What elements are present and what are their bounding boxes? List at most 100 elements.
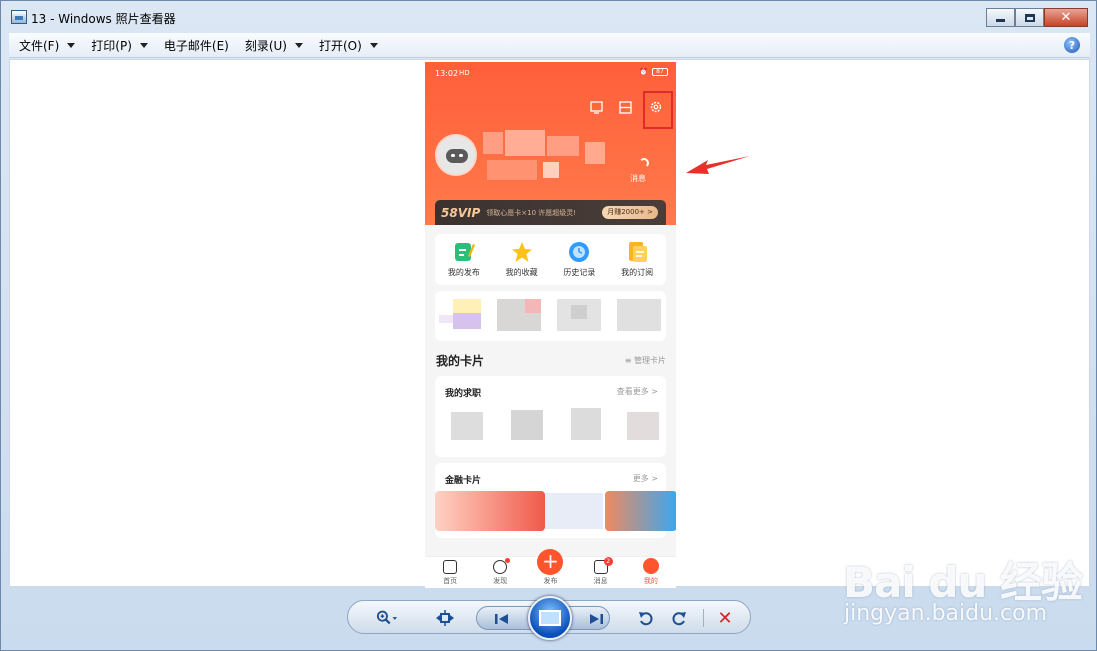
tab-discover: 发现 [480,558,520,586]
menu-print[interactable]: 打印(P) [91,37,148,54]
qr-scan-icon [618,100,632,114]
blurred-username [585,142,605,164]
blurred-tile [627,412,659,440]
blurred-tile [453,299,481,313]
menu-email[interactable]: 电子邮件(E) [164,37,229,54]
tab-label: 发布 [543,577,558,585]
message-label: 消息 [630,174,646,183]
publish-icon [454,243,475,261]
chevron-down-icon [67,42,76,48]
blurred-tile [617,299,661,331]
rotate-counterclockwise-button[interactable] [635,607,657,629]
close-icon: ✕ [1060,10,1072,25]
finance-card: 金融卡片 更多 > [435,463,676,538]
vip-banner: 58VIP 领取心愿卡×10 许愿超级灵! 月赚2000+ > [435,200,666,225]
message-badge: 2 [603,557,613,566]
chevron-down-icon [295,42,303,48]
blurred-username [483,132,503,154]
vip-text: 领取心愿卡×10 许愿超级灵! [486,208,577,217]
status-time: 13:02 [435,69,459,78]
jobs-card-more: 查看更多 > [616,387,658,396]
previous-button[interactable] [491,608,513,630]
close-button[interactable]: ✕ [1044,8,1088,27]
jobs-card: 我的求职 查看更多 > [435,376,666,457]
rotate-clockwise-button[interactable] [668,607,690,629]
tab-label: 消息 [593,577,608,585]
quick-label: 历史记录 [563,268,596,277]
blurred-tile [453,313,481,329]
blurred-tile [511,410,543,440]
quick-label: 我的收藏 [505,268,538,277]
avatar [435,134,477,176]
menu-file[interactable]: 文件(F) [19,37,76,54]
battery-icon: 87 [652,68,668,76]
blurred-tile [451,412,483,440]
status-signal: HD [459,69,470,77]
maximize-button[interactable] [1015,8,1044,27]
scan-icon [589,100,603,114]
title-bar[interactable]: 13 - Windows 照片查看器 ✕ [1,1,1096,31]
menu-bar: 文件(F) 打印(P) 电子邮件(E) 刻录(U) 打开(O) ? [9,33,1090,58]
watermark-url: jingyan.baidu.com [844,601,1048,626]
previous-icon [495,614,508,624]
tab-home: 首页 [430,560,470,586]
settings-highlight-box [643,91,673,129]
menu-print-label: 打印(P) [91,38,132,53]
alarm-icon: ⏰ [639,68,648,76]
photo-viewer-window: 13 - Windows 照片查看器 ✕ 文件(F) 打印(P) 电子邮件(E)… [0,0,1097,651]
star-icon [511,242,532,262]
viewer-controls: ✕ [347,596,751,640]
slideshow-button[interactable] [528,596,572,640]
rotate-left-icon [639,612,653,626]
rotate-right-icon [672,612,686,626]
zoom-button[interactable] [376,607,398,629]
image-viewport: 13:02 HD ⏰ 87 消息 58VIP 领取心愿卡×10 许愿超级灵! 月… [9,59,1090,588]
tab-publish: + 发布 [530,549,570,586]
menu-open[interactable]: 打开(O) [319,37,378,54]
blurred-info [543,162,559,178]
blurred-username [505,130,545,156]
manage-cards-link: ≡ 管理卡片 [624,356,666,365]
delete-icon: ✕ [717,607,733,629]
finance-card-title: 金融卡片 [445,476,482,486]
profile-header: 13:02 HD ⏰ 87 消息 58VIP 领取心愿卡×10 许愿超级灵! 月… [425,62,676,225]
phone-screenshot: 13:02 HD ⏰ 87 消息 58VIP 领取心愿卡×10 许愿超级灵! 月… [425,62,676,588]
tab-label: 我的 [643,577,658,585]
clock-icon [569,242,590,262]
blurred-tile [605,491,676,531]
controls-divider [703,609,704,627]
robot-avatar-icon [446,149,468,163]
quick-item-history: 历史记录 [553,241,605,278]
blurred-tile [571,305,587,319]
delete-button[interactable]: ✕ [714,607,736,629]
finance-card-more: 更多 > [632,474,658,483]
help-icon[interactable]: ? [1064,37,1080,53]
tab-label: 发现 [493,577,508,585]
tab-label: 首页 [443,577,458,585]
blurred-tile [435,491,545,531]
subscribe-icon [629,242,648,262]
blurred-tile [525,299,541,313]
menu-burn-label: 刻录(U) [244,38,287,53]
chevron-down-icon [369,42,378,48]
actual-size-button[interactable] [434,607,456,629]
maximize-icon [1024,13,1035,22]
blurred-tile [545,493,603,529]
cards-section-title: 我的卡片 [436,354,485,368]
fit-window-icon [436,610,454,626]
vip-earn-pill: 月赚2000+ > [602,206,658,219]
menu-burn[interactable]: 刻录(U) [245,37,303,54]
next-button[interactable] [585,608,607,630]
minimize-icon [996,19,1005,22]
quick-item-publish: 我的发布 [438,241,490,278]
minimize-button[interactable] [986,8,1015,27]
jobs-card-title: 我的求职 [445,389,482,399]
plus-icon: + [537,549,564,575]
window-title: 13 - Windows 照片查看器 [31,12,176,26]
annotation-arrow-icon [686,156,750,174]
quick-label: 我的发布 [447,268,480,277]
blurred-username [547,136,579,156]
blurred-service-row [435,291,666,341]
quick-item-favorites: 我的收藏 [496,241,548,278]
next-icon [590,614,603,624]
